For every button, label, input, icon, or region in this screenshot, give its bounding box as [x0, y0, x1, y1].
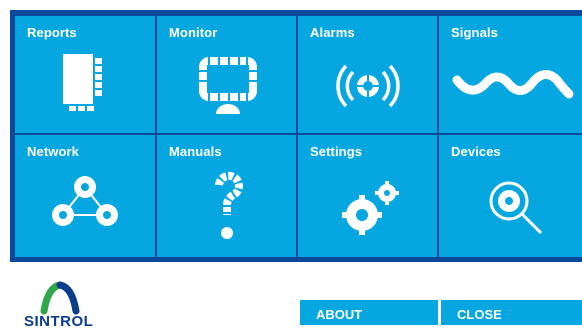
logo-text: SINTROL — [24, 313, 94, 330]
tile-network[interactable]: Network — [15, 135, 155, 257]
tile-manuals[interactable]: Manuals — [157, 135, 296, 257]
tile-signals[interactable]: Signals — [439, 16, 582, 133]
close-button-label: CLOSE — [457, 307, 502, 322]
about-button-label: ABOUT — [316, 307, 363, 322]
monitor-icon — [199, 57, 257, 114]
signal-wave-icon — [452, 70, 574, 99]
tile-settings[interactable]: Settings — [298, 135, 437, 257]
close-button[interactable]: CLOSE — [441, 300, 582, 325]
about-button[interactable]: ABOUT — [300, 300, 438, 325]
network-icon — [52, 176, 118, 226]
alarm-icon — [336, 64, 400, 108]
menu-frame: Reports Monitor Alarms Signals Network M… — [10, 10, 582, 262]
tile-monitor[interactable]: Monitor — [157, 16, 296, 133]
reports-icon — [63, 54, 102, 111]
sintrol-logo: SINTROL — [22, 275, 102, 330]
logo-mark-icon — [40, 281, 80, 315]
gears-icon — [342, 181, 399, 235]
tile-devices[interactable]: Devices — [439, 135, 582, 257]
tile-reports[interactable]: Reports — [15, 16, 155, 133]
question-icon — [215, 171, 243, 239]
search-device-icon — [489, 181, 543, 235]
tile-alarms[interactable]: Alarms — [298, 16, 437, 133]
